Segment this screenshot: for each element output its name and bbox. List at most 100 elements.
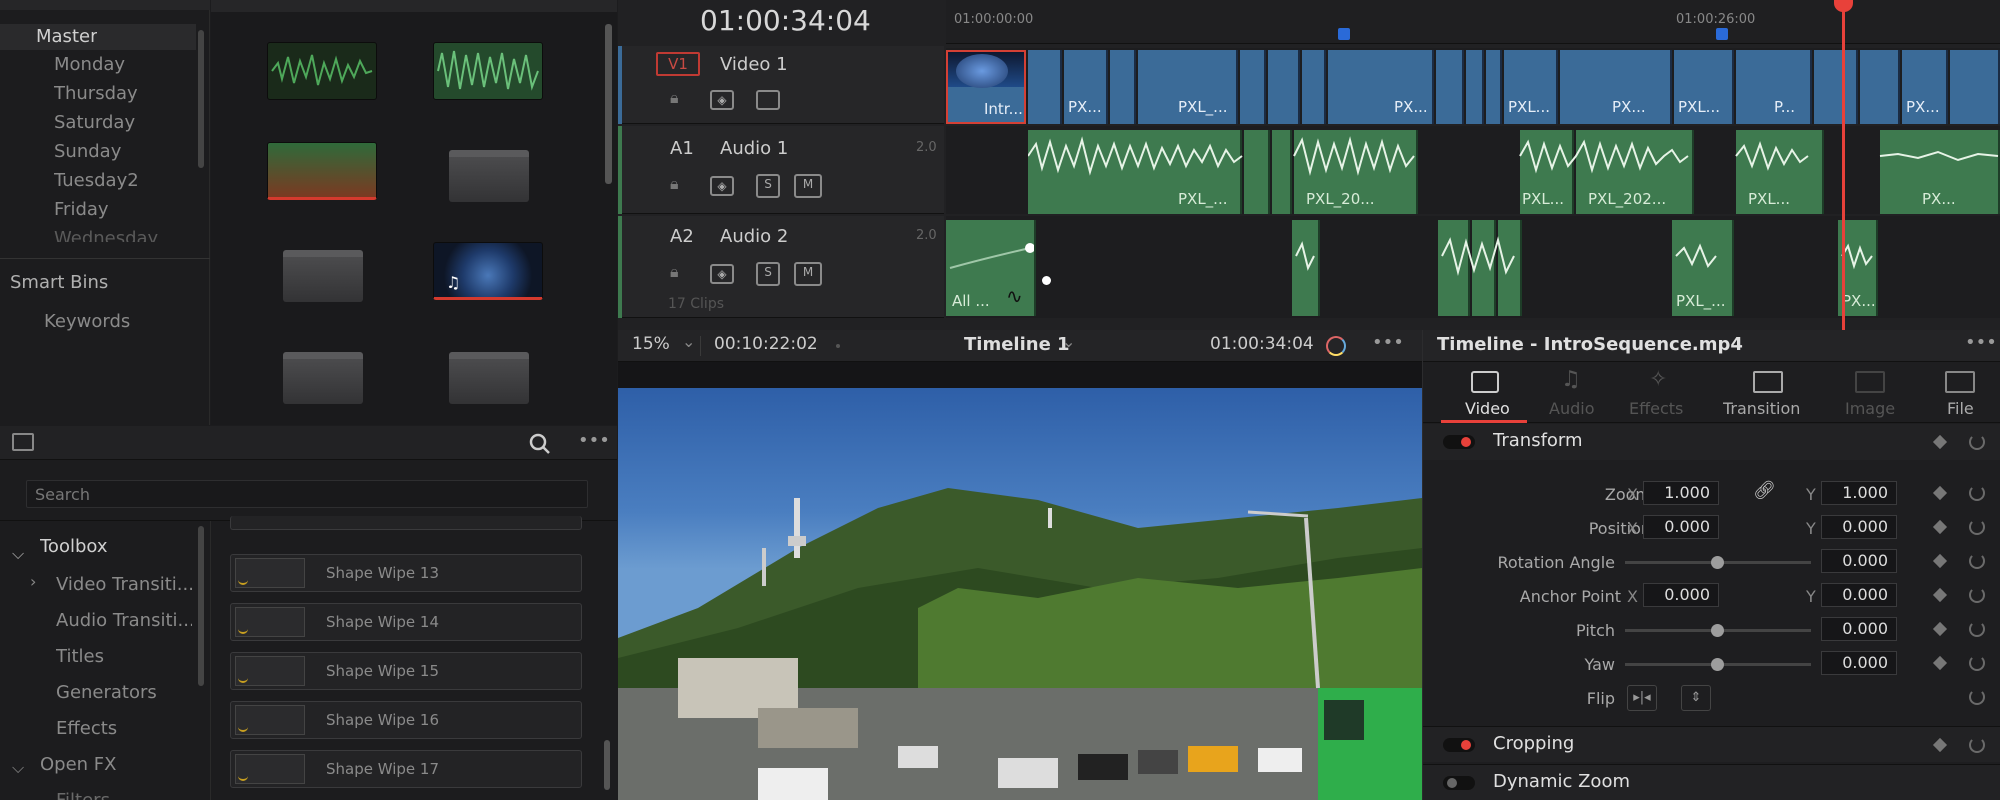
video-clip[interactable] (1240, 50, 1266, 124)
tree-titles[interactable]: Titles (56, 646, 104, 667)
timeline-name-select[interactable]: Timeline 1 (964, 334, 1070, 355)
reset-icon[interactable] (1969, 519, 1985, 535)
smart-bins-header[interactable]: Smart Bins (10, 272, 108, 293)
bin-master[interactable]: Master (0, 24, 196, 50)
bin-monday[interactable]: Monday (54, 54, 125, 75)
tree-effects[interactable]: Effects (56, 718, 117, 739)
section-toggle[interactable] (1443, 776, 1475, 790)
viewer-image[interactable] (618, 388, 1422, 800)
video-clip[interactable]: PX... (1064, 50, 1108, 124)
bin-friday[interactable]: Friday (54, 199, 109, 220)
keyframe-diamond-icon[interactable] (1932, 621, 1948, 637)
video-clip[interactable]: PXL... (1674, 50, 1734, 124)
chevron-down-icon[interactable]: ⌄ (1062, 332, 1075, 351)
chevron-down-icon[interactable]: ⌄ (682, 332, 695, 351)
smart-bin-keywords[interactable]: Keywords (44, 311, 130, 332)
bin-tuesday2[interactable]: Tuesday2 (54, 170, 139, 191)
video-clip[interactable] (1486, 50, 1502, 124)
track-name-v1[interactable]: Video 1 (720, 54, 788, 75)
flip-vertical-icon[interactable]: ⇕ (1681, 685, 1711, 711)
yaw-field[interactable]: 0.000 (1821, 651, 1897, 675)
slider-knob[interactable] (1711, 658, 1724, 671)
mute-button[interactable]: M (794, 262, 822, 286)
video-clip[interactable] (1860, 50, 1900, 124)
viewer-timecode[interactable]: 01:00:34:04 (1210, 334, 1314, 354)
grid-scrollbar[interactable] (605, 24, 612, 184)
tree-audio-transitions[interactable]: Audio Transiti... (56, 610, 192, 631)
lock-icon[interactable]: 🔒︎ (670, 88, 679, 108)
clip-thumb[interactable] (267, 42, 377, 100)
video-clip[interactable]: PX... (1902, 50, 1948, 124)
slider-knob[interactable] (1711, 556, 1724, 569)
reset-icon[interactable] (1969, 587, 1985, 603)
dynamic-zoom-section-header[interactable]: Dynamic Zoom (1423, 764, 2000, 800)
folder-icon[interactable] (449, 150, 529, 202)
effect-item[interactable]: Shape Wipe 14 (230, 603, 582, 641)
tree-filters[interactable]: Filters (56, 790, 110, 800)
track-visibility-icon[interactable] (756, 90, 780, 110)
list-scrollbar[interactable] (604, 740, 610, 790)
section-toggle[interactable] (1443, 738, 1475, 752)
tab-effects[interactable]: ✧ Effects (1617, 363, 1703, 423)
video-clip[interactable] (1436, 50, 1464, 124)
reset-icon[interactable] (1969, 737, 1985, 753)
tree-video-transitions[interactable]: Video Transiti... (56, 574, 192, 595)
zoom-x-field[interactable]: 1.000 (1643, 481, 1719, 505)
reset-icon[interactable] (1969, 553, 1985, 569)
solo-button[interactable]: S (756, 262, 780, 286)
video-clip[interactable]: PX... (1328, 50, 1434, 124)
more-options-icon[interactable]: ••• (1372, 332, 1404, 353)
video-clip[interactable]: PXL_... (1138, 50, 1238, 124)
video-clip[interactable] (1466, 50, 1484, 124)
flip-horizontal-icon[interactable]: ▸|◂ (1627, 685, 1657, 711)
auto-select-icon[interactable]: ◈ (710, 90, 734, 110)
effect-item[interactable]: Shape Wipe 13 (230, 554, 582, 592)
folder-icon[interactable] (449, 352, 529, 404)
chevron-down-icon[interactable]: ⌵ (12, 544, 24, 564)
bin-thursday[interactable]: Thursday (54, 83, 138, 104)
video-clip[interactable] (1028, 50, 1062, 124)
video-clip[interactable] (1268, 50, 1300, 124)
reset-icon[interactable] (1969, 434, 1985, 450)
playhead[interactable] (1842, 0, 1845, 330)
tree-toolbox[interactable]: Toolbox (40, 536, 108, 557)
chevron-down-icon[interactable]: ⌵ (12, 758, 24, 778)
video-clip[interactable] (1302, 50, 1326, 124)
lock-icon[interactable]: 🔒︎ (670, 174, 679, 194)
keyframe-diamond-icon[interactable] (1932, 485, 1948, 501)
auto-select-icon[interactable]: ◈ (710, 176, 734, 196)
track-name-a2[interactable]: Audio 2 (720, 226, 788, 247)
keyframe-dot[interactable] (1042, 276, 1051, 285)
search-icon[interactable] (528, 432, 552, 456)
tab-image[interactable]: Image (1835, 363, 1905, 423)
tab-transition[interactable]: Transition (1715, 363, 1825, 423)
section-toggle[interactable] (1443, 435, 1475, 449)
color-wheel-icon[interactable] (1326, 336, 1346, 356)
reset-icon[interactable] (1969, 655, 1985, 671)
clip-thumb[interactable] (433, 42, 543, 100)
video-clip[interactable]: PX... (1560, 50, 1672, 124)
effect-item[interactable]: Shape Wipe 17 (230, 750, 582, 788)
solo-button[interactable]: S (756, 174, 780, 198)
anchor-y-field[interactable]: 0.000 (1821, 583, 1897, 607)
effects-search-input[interactable]: Search (26, 480, 588, 508)
keyframe-diamond-icon[interactable] (1932, 553, 1948, 569)
track-id-a1[interactable]: A1 (670, 138, 694, 159)
zoom-select[interactable]: 15% (632, 334, 670, 354)
anchor-x-field[interactable]: 0.000 (1643, 583, 1719, 607)
effect-item[interactable]: Shape Wipe 15 (230, 652, 582, 690)
effect-item[interactable]: Shape Wipe 16 (230, 701, 582, 739)
position-y-field[interactable]: 0.000 (1821, 515, 1897, 539)
folder-icon[interactable] (283, 352, 363, 404)
reset-icon[interactable] (1969, 485, 1985, 501)
slider-knob[interactable] (1711, 624, 1724, 637)
lock-icon[interactable]: 🔒︎ (670, 262, 679, 282)
pitch-field[interactable]: 0.000 (1821, 617, 1897, 641)
marker-icon[interactable] (1716, 28, 1728, 40)
effect-item-partial[interactable] (230, 516, 582, 530)
keyframe-diamond-icon[interactable] (1932, 737, 1948, 753)
tree-open-fx[interactable]: Open FX (40, 754, 116, 775)
video-clip[interactable]: Intr... (946, 50, 1026, 124)
tab-audio[interactable]: ♫ Audio (1537, 363, 1607, 423)
link-icon[interactable]: 🔗︎ (1753, 480, 1776, 501)
